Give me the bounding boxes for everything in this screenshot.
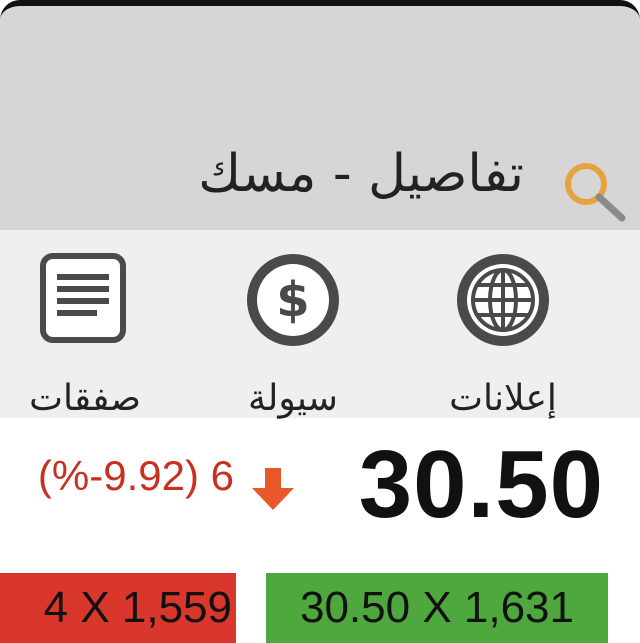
document-icon [40, 253, 126, 343]
announcements-button[interactable]: إعلانات [428, 250, 578, 419]
liquidity-button[interactable]: $ سيولة [218, 250, 368, 419]
search-icon[interactable] [558, 156, 628, 226]
app-screen: تفاصيل - مسك إعلانات $ سيولة صفقات 30.50… [0, 0, 640, 643]
last-price: 30.50 [358, 431, 604, 538]
arrow-down-icon [252, 468, 294, 510]
trades-label: صفقات [29, 378, 141, 419]
trades-button[interactable]: صفقات [10, 250, 160, 419]
svg-text:$: $ [276, 272, 309, 328]
liquidity-label: سيولة [248, 378, 338, 419]
page-title: تفاصيل - مسك [198, 144, 524, 204]
announcements-label: إعلانات [449, 378, 557, 419]
dollar-icon: $ [247, 254, 339, 346]
bid-box: 30.50 X 1,631 [266, 573, 608, 643]
toolbar: إعلانات $ سيولة صفقات [0, 230, 640, 419]
header-bar: تفاصيل - مسك [0, 0, 640, 230]
globe-icon [457, 254, 549, 346]
ask-box: 4 X 1,559 [0, 573, 236, 643]
price-change: (%-9.92) 6 [37, 452, 234, 499]
